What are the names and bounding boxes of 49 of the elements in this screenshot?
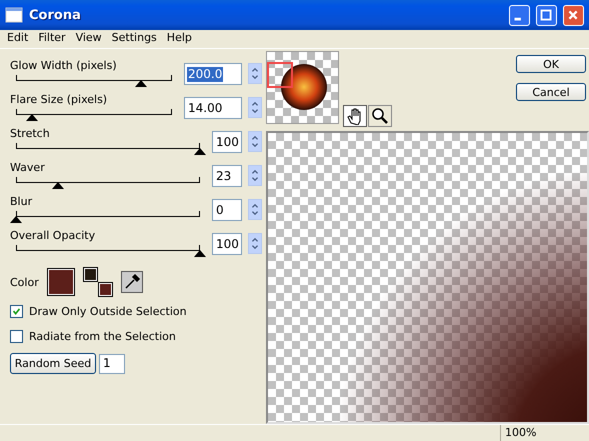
slider-label: Flare Size (pixels): [10, 93, 108, 106]
thumbnail-preview[interactable]: [266, 51, 339, 124]
slider-label: Glow Width (pixels): [10, 59, 118, 72]
tool-button[interactable]: [343, 105, 367, 127]
slider-thumb[interactable]: [52, 182, 64, 189]
spin-arrows-icon[interactable]: [248, 165, 262, 186]
random-seed-button[interactable]: Random Seed: [10, 353, 96, 374]
close-button[interactable]: [563, 4, 584, 26]
tool-button[interactable]: [368, 105, 392, 127]
spin-arrows-icon[interactable]: [248, 63, 262, 84]
dialog-button[interactable]: OK: [516, 55, 586, 73]
number-field[interactable]: 200.0: [184, 63, 242, 85]
maximize-button[interactable]: [536, 4, 557, 26]
zoom-icon: [371, 107, 389, 125]
spin-arrows-icon[interactable]: [248, 233, 262, 254]
slider-thumb[interactable]: [10, 216, 22, 223]
seed-field[interactable]: 1: [99, 354, 125, 374]
color-swatch[interactable]: [46, 268, 75, 296]
number-field[interactable]: 100: [212, 233, 242, 255]
spin-arrows-icon[interactable]: [248, 199, 262, 220]
number-field[interactable]: 0: [212, 199, 242, 221]
checkbox-label[interactable]: Radiate from the Selection: [29, 330, 176, 343]
slider-label: Waver: [10, 161, 46, 174]
checkbox[interactable]: [10, 330, 23, 343]
slider-label: Overall Opacity: [10, 229, 96, 242]
menu-item[interactable]: Edit: [2, 31, 34, 47]
foreground-swatch[interactable]: [82, 267, 98, 282]
checkbox[interactable]: [10, 305, 23, 318]
menu-item[interactable]: View: [70, 31, 107, 47]
checkbox-label[interactable]: Draw Only Outside Selection: [29, 305, 187, 318]
background-swatch[interactable]: [98, 282, 113, 297]
slider-thumb[interactable]: [134, 80, 147, 87]
dialog-button[interactable]: Cancel: [516, 83, 586, 101]
number-field[interactable]: 23: [212, 165, 242, 187]
slider-label: Stretch: [10, 127, 51, 140]
spin-arrows-icon[interactable]: [248, 131, 262, 152]
number-field[interactable]: 100: [212, 131, 242, 153]
color-label: Color: [10, 276, 39, 288]
slider-label: Blur: [10, 195, 34, 208]
number-field[interactable]: 14.00: [184, 97, 242, 119]
spin-arrows-icon[interactable]: [248, 97, 262, 118]
zoom-level: 100%: [504, 425, 538, 441]
slider-thumb[interactable]: [26, 114, 38, 121]
menu-item[interactable]: Filter: [33, 31, 71, 47]
minimize-button[interactable]: [509, 4, 530, 26]
window-icon: [5, 7, 23, 23]
window-title: Corona: [29, 8, 82, 22]
menu-item[interactable]: Settings: [106, 31, 162, 47]
menu-item[interactable]: Help: [162, 31, 197, 47]
